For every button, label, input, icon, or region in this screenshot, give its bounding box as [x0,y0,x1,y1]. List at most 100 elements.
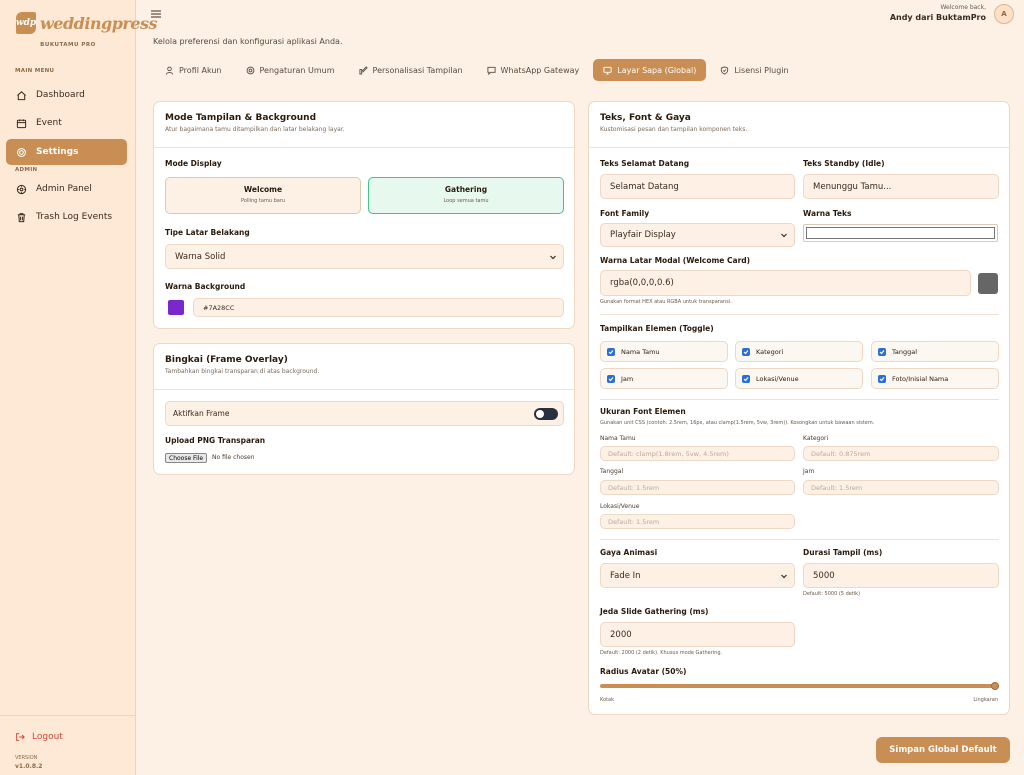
mode-desc: Polling tamu baru [240,198,286,204]
duration-label: Durasi Tampil (ms) [803,548,883,557]
checkbox-checked-icon[interactable] [607,374,615,383]
checkbox-checked-icon[interactable] [607,347,615,356]
sidebar-item-label: Trash Log Events [36,212,113,222]
radius-min-label: Kotak [600,697,615,703]
size-lokasi-label: Lokasi/Venue [600,503,640,510]
mode-title: Welcome [243,185,283,194]
upload-png-label: Upload PNG Transparan [165,436,266,445]
bg-color-input[interactable]: #7A28CC [193,298,564,317]
frame-toggle-switch[interactable] [534,408,558,420]
logout-button[interactable]: Logout [15,732,63,742]
size-kategori-input[interactable]: Default: 0.875rem [803,446,999,461]
modal-bg-value: rgba(0,0,0,0.6) [610,278,674,288]
bg-color-swatch[interactable] [168,300,184,315]
logout-label: Logout [32,732,63,742]
toggle-option[interactable]: Nama Tamu [600,341,728,362]
slide-delay-input[interactable]: 2000 [600,622,795,647]
toggle-option[interactable]: Tanggal [871,341,999,362]
shield-icon [721,65,729,75]
font-family-select[interactable]: Playfair Display [600,223,795,247]
choose-file-button[interactable]: Choose File [165,453,208,463]
tab-label: Profil Akun [179,65,222,75]
brand-mark: wdp [16,12,36,34]
size-lokasi-input[interactable]: Default: 1.5rem [600,514,795,529]
toggle-option[interactable]: Jam [600,368,728,389]
modal-bg-swatch[interactable] [978,273,998,294]
checkbox-checked-icon[interactable] [742,374,750,383]
radius-max-label: Lingkaran [973,697,998,703]
user-icon [165,66,174,75]
sidebar-item-trash-log[interactable]: Trash Log Events [6,204,127,230]
bg-color-value: #7A28CC [203,303,235,312]
modal-bg-input[interactable]: rgba(0,0,0,0.6) [600,270,971,296]
avatar-radius-slider[interactable] [600,684,999,688]
tab-pengaturan-umum[interactable]: Pengaturan Umum [236,59,345,81]
size-tanggal-label: Tanggal [600,468,624,475]
tab-lisensi-plugin[interactable]: Lisensi Plugin [710,59,798,81]
checkbox-checked-icon[interactable] [878,347,886,356]
standby-text-input[interactable]: Menunggu Tamu... [803,174,999,199]
tab-label: Lisensi Plugin [734,65,789,75]
card-subtitle: Kustomisasi pesan dan tampilan komponen … [600,126,748,133]
mode-gathering-button[interactable]: Gathering Loop semua tamu [368,177,564,214]
size-jam-label: Jam [803,468,815,475]
brush-icon [358,65,368,75]
size-kategori-label: Kategori [803,435,829,442]
toggle-option[interactable]: Lokasi/Venue [735,368,863,389]
tab-label: Layar Sapa (Global) [617,65,697,75]
text-color-picker[interactable] [803,224,998,242]
avatar[interactable]: A [994,4,1014,24]
slide-delay-hint: Default: 2000 (2 detik). Khusus mode Gat… [600,650,723,656]
main-menu-label: MAIN MENU [15,68,55,74]
toggle-option-label: Lokasi/Venue [756,374,799,383]
admin-icon [16,184,27,194]
settings-tabs: Profil Akun Pengaturan Umum Personalisas… [155,59,799,81]
welcome-text-input[interactable]: Selamat Datang [600,174,795,199]
toggle-option-label: Kategori [756,347,784,356]
tab-personalisasi-tampilan[interactable]: Personalisasi Tampilan [349,59,473,81]
monitor-icon [603,66,612,75]
toggle-section-label: Tampilkan Elemen (Toggle) [600,324,714,333]
calendar-icon [16,118,27,128]
bg-color-label: Warna Background [165,282,246,291]
menu-icon[interactable] [150,8,162,20]
section-divider [600,314,999,315]
bg-type-select[interactable]: Warna Solid [165,244,564,269]
duration-hint: Default: 5000 (5 detik) [803,591,861,597]
tab-layar-sapa[interactable]: Layar Sapa (Global) [593,59,707,81]
welcome-text: Welcome back, [940,4,986,11]
file-status: No file chosen [212,454,255,461]
text-color-swatch [806,227,995,239]
card-subtitle: Atur bagaimana tamu ditampilkan dan lata… [165,126,345,133]
toggle-option[interactable]: Kategori [735,341,863,362]
tab-whatsapp-gateway[interactable]: WhatsApp Gateway [477,59,590,81]
tab-label: WhatsApp Gateway [500,65,580,75]
size-jam-input[interactable]: Default: 1.5rem [803,480,999,495]
trash-icon [17,212,26,222]
size-tanggal-placeholder: Default: 1.5rem [608,483,660,492]
size-tanggal-input[interactable]: Default: 1.5rem [600,480,795,495]
slider-thumb[interactable] [991,682,999,690]
size-nama-input[interactable]: Default: clamp(1.8rem, 5vw, 4.5rem) [600,446,795,461]
save-global-default-button[interactable]: Simpan Global Default [876,737,1010,763]
text-font-style-card: Teks, Font & Gaya Kustomisasi pesan dan … [588,101,1010,715]
mode-welcome-button[interactable]: Welcome Polling tamu baru [165,177,361,214]
sidebar-item-settings[interactable]: Settings [6,139,127,165]
card-title: Bingkai (Frame Overlay) [165,355,288,365]
page-subtitle: Kelola preferensi dan konfigurasi aplika… [153,37,343,46]
standby-text-label: Teks Standby (Idle) [803,159,885,168]
bg-type-value: Warna Solid [175,251,226,262]
duration-input[interactable]: 5000 [803,563,999,588]
sidebar-item-admin-panel[interactable]: Admin Panel [6,176,127,202]
sidebar-item-label: Admin Panel [36,184,92,194]
checkbox-checked-icon[interactable] [878,374,886,383]
toggle-option[interactable]: Foto/Inisial Nama [871,368,999,389]
animation-select[interactable]: Fade In [600,563,795,588]
logout-icon [16,733,25,741]
sidebar-footer: Logout VERSION v1.0.8.2 [0,715,136,775]
sidebar-item-dashboard[interactable]: Dashboard [6,82,127,108]
checkbox-checked-icon[interactable] [742,347,750,356]
sidebar-item-event[interactable]: Event [6,110,127,136]
tab-profil-akun[interactable]: Profil Akun [155,59,232,81]
gear-icon [246,66,254,74]
